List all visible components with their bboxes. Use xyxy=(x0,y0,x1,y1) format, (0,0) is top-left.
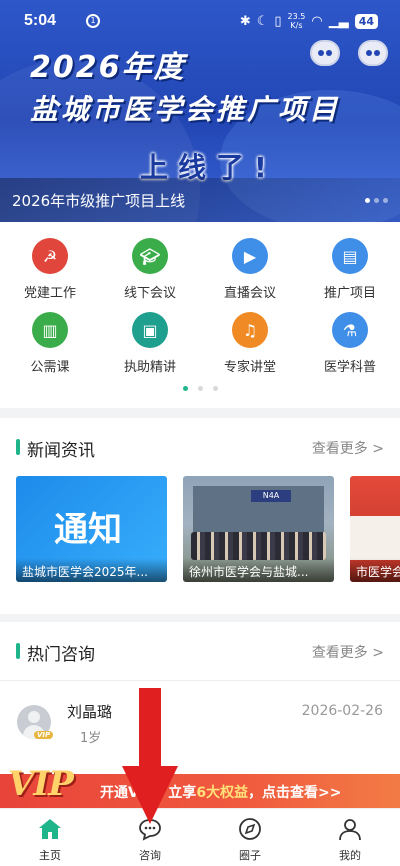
vip-banner[interactable]: VIP 开通VIP，立享6大权益，点击查看>> xyxy=(0,764,400,808)
building-image: N4A xyxy=(193,486,324,532)
news-card[interactable]: 市医学会 xyxy=(350,476,400,582)
grid-item-offline-meeting[interactable]: 🎓︎ 线下会议 xyxy=(100,238,200,301)
tab-label: 主页 xyxy=(39,849,61,862)
hot-title: 热门咨询 xyxy=(27,645,95,665)
grid-item-party-building[interactable]: ☭ 党建工作 xyxy=(0,238,100,301)
grid-label: 直播会议 xyxy=(223,286,276,301)
hot-consult-section: 热门咨询 查看更多 > VIP 刘晶璐 1岁 2026-02-26 xyxy=(0,622,400,782)
status-bar: 5:04 1 ✱ ☾ ▯ 23.5 K/s ◠ ▁▃ 44 xyxy=(0,0,400,44)
status-icons: ✱ ☾ ▯ 23.5 K/s ◠ ▁▃ 44 xyxy=(240,12,378,30)
network-speed: 23.5 K/s xyxy=(287,12,306,30)
news-title: 新闻资讯 xyxy=(27,441,95,461)
graduation-cap-icon: 🎓︎ xyxy=(132,238,168,274)
person-icon xyxy=(337,817,363,841)
banner-dot xyxy=(365,198,370,203)
group-photo-image xyxy=(191,532,326,560)
banner-caption-text: 2026年市级推广项目上线 xyxy=(12,192,186,210)
home-icon xyxy=(37,817,63,841)
microscope-icon: ⚗ xyxy=(332,312,368,348)
grid-label: 线下会议 xyxy=(123,286,176,301)
party-building-icon: ☭ xyxy=(32,238,68,274)
status-time: 5:04 xyxy=(24,12,57,29)
certificate-icon: ▣ xyxy=(132,312,168,348)
tab-label: 咨询 xyxy=(139,849,161,862)
consult-name: 刘晶璐 xyxy=(67,703,113,721)
grid-dot xyxy=(212,386,218,391)
meeting-image xyxy=(350,516,400,560)
section-accent-bar xyxy=(16,439,20,455)
battery-icon: 44 xyxy=(354,13,378,29)
banner-dot xyxy=(383,198,388,203)
news-section: 新闻资讯 查看更多 > 通知 盐城市医学会2025年... N4A 徐州市医学会… xyxy=(0,418,400,614)
grid-label: 党建工作 xyxy=(23,286,76,301)
feature-grid: ☭ 党建工作 🎓︎ 线下会议 ▶ 直播会议 ▤ 推广项目 ▥ 公需课 ▣ 执助精… xyxy=(0,222,400,408)
grid-item-live-meeting[interactable]: ▶ 直播会议 xyxy=(200,238,300,301)
sim-icon: 1 xyxy=(86,14,100,28)
wifi-icon: ◠ xyxy=(311,13,323,29)
hot-more-link[interactable]: 查看更多 > xyxy=(312,642,384,662)
live-tv-icon: ▶ xyxy=(232,238,268,274)
grid-item-expert-lecture[interactable]: ♫ 专家讲堂 xyxy=(200,312,300,375)
headphones-icon: ♫ xyxy=(232,312,268,348)
news-caption: 徐州市医学会与盐城... xyxy=(183,558,334,582)
building-sign: N4A xyxy=(251,490,291,502)
grid-label: 专家讲堂 xyxy=(223,360,276,375)
grid-label: 医学科普 xyxy=(323,360,376,375)
grid-label: 推广项目 xyxy=(323,286,376,301)
red-arrow-annotation xyxy=(122,688,178,824)
news-card[interactable]: 通知 盐城市医学会2025年... xyxy=(16,476,167,582)
section-accent-bar xyxy=(16,643,20,659)
moon-icon: ☾ xyxy=(256,13,269,29)
tab-home[interactable]: 主页 xyxy=(0,817,100,863)
top-banner[interactable]: 5:04 1 ✱ ☾ ▯ 23.5 K/s ◠ ▁▃ 44 2026年度 盐城市… xyxy=(0,0,400,222)
hot-header: 热门咨询 查看更多 > xyxy=(0,622,400,680)
open-book-icon: ▥ xyxy=(32,312,68,348)
banner-title-year: 2026年度 xyxy=(30,50,186,85)
grid-dot xyxy=(197,386,203,391)
book-icon: ▤ xyxy=(332,238,368,274)
grid-item-public-course[interactable]: ▥ 公需课 xyxy=(0,312,100,375)
grid-item-medical-science[interactable]: ⚗ 医学科普 xyxy=(300,312,400,375)
vip-badge: VIP xyxy=(34,731,54,739)
banner-dot xyxy=(374,198,379,203)
grid-dot xyxy=(182,386,188,391)
tab-circle[interactable]: 圈子 xyxy=(200,817,300,863)
banner-caption: 2026年市级推广项目上线 xyxy=(0,178,400,222)
vibrate-icon: ▯ xyxy=(274,13,282,29)
grid-label: 执助精讲 xyxy=(123,360,176,375)
banner-pagination xyxy=(365,198,388,203)
news-image-text: 通知 xyxy=(54,510,122,550)
tab-label: 圈子 xyxy=(239,849,261,862)
news-more-link[interactable]: 查看更多 > xyxy=(312,438,384,458)
news-caption: 盐城市医学会2025年... xyxy=(16,558,167,582)
news-caption: 市医学会 xyxy=(350,558,400,582)
news-header: 新闻资讯 查看更多 > xyxy=(0,418,400,476)
circle-compass-icon xyxy=(237,817,263,841)
tab-mine[interactable]: 我的 xyxy=(300,817,400,863)
grid-item-promotion-project[interactable]: ▤ 推广项目 xyxy=(300,238,400,301)
grid-item-assistant-lecture[interactable]: ▣ 执助精讲 xyxy=(100,312,200,375)
grid-pagination xyxy=(0,386,400,391)
banner-title-org: 盐城市医学会推广项目 xyxy=(30,93,341,126)
tab-label: 我的 xyxy=(339,849,361,862)
bottom-tab-bar: 主页 咨询 圈子 我的 xyxy=(0,808,400,866)
bluetooth-icon: ✱ xyxy=(239,13,251,29)
news-card[interactable]: N4A 徐州市医学会与盐城... xyxy=(183,476,334,582)
vip-logo: VIP xyxy=(8,764,74,804)
consult-age: 1岁 xyxy=(80,731,102,746)
consult-date: 2026-02-26 xyxy=(301,703,383,719)
grid-label: 公需课 xyxy=(30,360,70,375)
signal-icon: ▁▃ xyxy=(328,13,349,29)
